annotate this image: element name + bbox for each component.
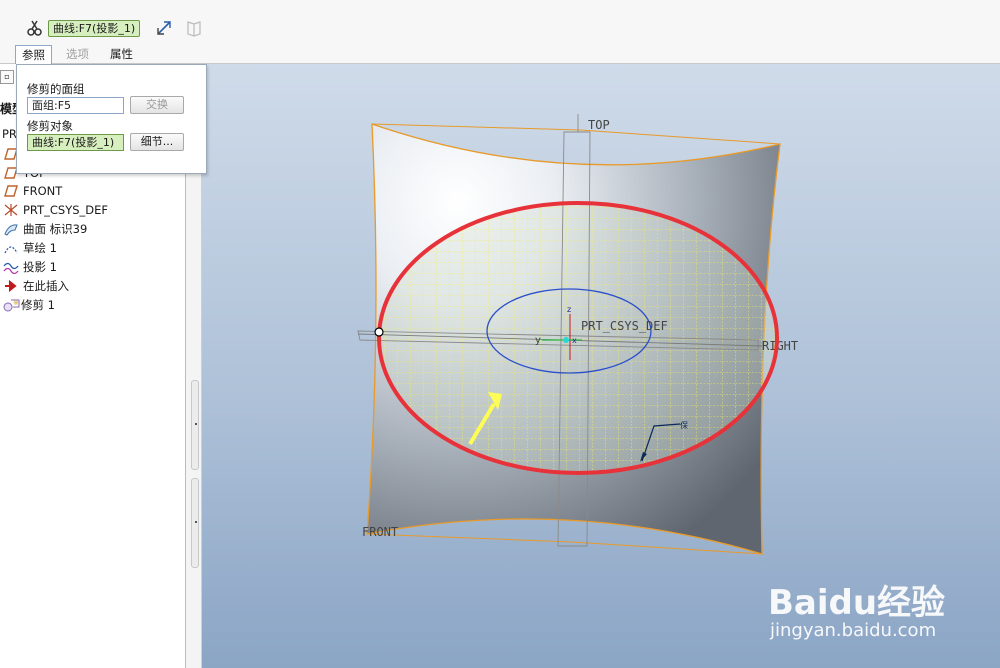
tab-references[interactable]: 参照 [15, 45, 52, 64]
tree-item-label: PRT_CSYS_DEF [23, 203, 109, 217]
tree-item-label: 草绘 1 [23, 241, 57, 255]
trim-feature-icon: ※ [2, 297, 20, 313]
tree-item-label: FRONT [23, 184, 63, 198]
tree-item-label: 投影 1 [23, 260, 57, 274]
details-button[interactable]: 细节... [130, 133, 184, 151]
swap-button[interactable]: 交换 [130, 96, 184, 114]
watermark-logo: Baidu经验 [768, 583, 946, 623]
sketch-icon [2, 240, 20, 256]
trimmed-quilt-label: 修剪的面组 [27, 82, 85, 96]
model-tree-root[interactable]: PR [2, 127, 17, 141]
insert-here-arrow-icon [2, 278, 20, 294]
csys-icon [2, 202, 20, 218]
watermark-url: jingyan.baidu.com [770, 620, 937, 641]
tree-item-label: 修剪 1 [21, 298, 55, 312]
datum-plane-icon [2, 183, 20, 199]
projection-icon [2, 259, 20, 275]
svg-text:※: ※ [13, 299, 19, 307]
svg-text:保: 保 [680, 420, 688, 430]
collapse-handle-upper[interactable] [191, 380, 199, 470]
surface-icon [2, 221, 20, 237]
datum-label-right: RIGHT [762, 339, 798, 353]
bookmark-icon[interactable] [184, 18, 204, 38]
trimming-object-label: 修剪对象 [27, 119, 73, 133]
trim-dashboard: 曲线:F7(投影_1) 参照 选项 属性 [0, 0, 1000, 64]
tree-item-sketch[interactable]: 草绘 1 [0, 239, 57, 257]
references-panel: 修剪的面组 面组:F5 交换 修剪对象 曲线:F7(投影_1) 细节... [16, 64, 207, 174]
csys-label: PRT_CSYS_DEF [581, 319, 668, 333]
trimming-object-collector[interactable]: 曲线:F7(投影_1) [27, 134, 124, 151]
collapse-handle-lower[interactable] [191, 478, 199, 568]
scissors-icon[interactable] [25, 18, 45, 38]
tree-item-csys[interactable]: PRT_CSYS_DEF [0, 201, 108, 219]
curve-start-point [374, 327, 384, 337]
quilt-top-edge [371, 123, 781, 145]
tab-properties[interactable]: 属性 [104, 45, 139, 64]
tree-item-front[interactable]: FRONT [0, 182, 62, 200]
trimmed-quilt-collector[interactable]: 面组:F5 [27, 97, 124, 114]
datum-label-front: FRONT [362, 525, 398, 539]
watermark: Baidu经验 jingyan.baidu.com [760, 560, 1000, 668]
flip-direction-icon[interactable] [154, 18, 174, 38]
tree-item-label: 曲面 标识39 [23, 222, 88, 236]
tree-toggle-icon[interactable]: ▫ [0, 70, 14, 84]
tree-item-projection[interactable]: 投影 1 [0, 258, 57, 276]
tree-item-insert-here[interactable]: 在此插入 [0, 277, 69, 295]
svg-text:z: z [567, 305, 571, 314]
tree-item-trim[interactable]: ※ 修剪 1 [0, 296, 55, 314]
tree-item-label: 在此插入 [23, 279, 69, 293]
svg-text:y: y [535, 335, 541, 346]
tab-options[interactable]: 选项 [60, 45, 95, 64]
svg-text:x: x [572, 336, 577, 345]
tree-item-surface[interactable]: 曲面 标识39 [0, 220, 87, 238]
datum-label-top: TOP [588, 118, 610, 132]
trim-object-collector[interactable]: 曲线:F7(投影_1) [48, 20, 141, 37]
